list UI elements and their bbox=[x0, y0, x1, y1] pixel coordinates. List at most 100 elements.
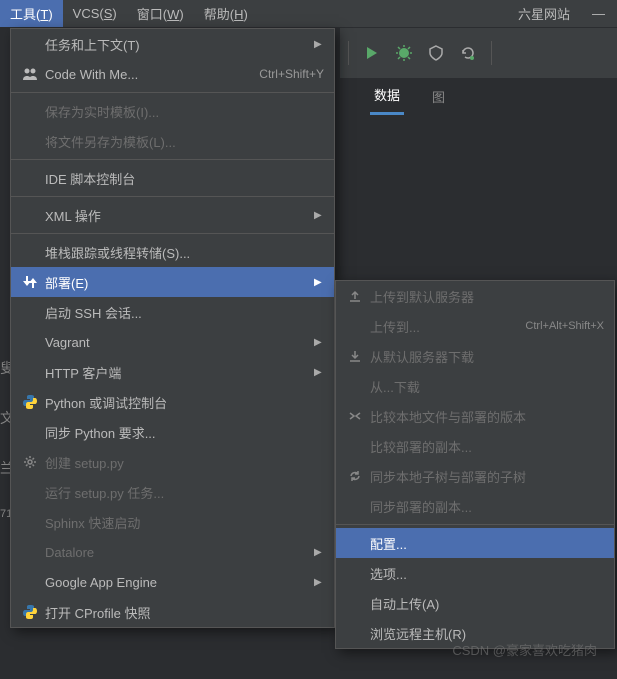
tab-chart[interactable]: 图 bbox=[428, 79, 449, 114]
submenu-arrow-icon: ▶ bbox=[314, 210, 324, 221]
menu-item: Sphinx 快速启动 bbox=[11, 507, 334, 537]
compare-icon bbox=[344, 409, 366, 423]
menubar: 工具(T) VCS(S) 窗口(W) 帮助(H) 六星网站 — bbox=[0, 0, 617, 28]
minimize-button[interactable]: — bbox=[580, 6, 617, 21]
menu-item-label: 部署(E) bbox=[41, 273, 314, 292]
window-title: 六星网站 bbox=[508, 4, 580, 23]
toolbar-separator bbox=[348, 41, 349, 65]
shield-icon[interactable] bbox=[427, 44, 445, 62]
menu-separator bbox=[11, 196, 334, 197]
menu-item-label: Sphinx 快速启动 bbox=[41, 513, 324, 532]
menu-vcs[interactable]: VCS(S) bbox=[63, 2, 127, 25]
menu-item[interactable]: 部署(E)▶ bbox=[11, 267, 334, 297]
submenu-item-label: 选项... bbox=[366, 564, 604, 583]
submenu-arrow-icon: ▶ bbox=[314, 367, 324, 378]
menu-item-label: 同步 Python 要求... bbox=[41, 423, 324, 442]
menu-shortcut: Ctrl+Alt+Shift+X bbox=[525, 320, 604, 332]
run-icon[interactable] bbox=[363, 44, 381, 62]
deploy-icon bbox=[19, 275, 41, 289]
menu-item[interactable]: HTTP 客户端▶ bbox=[11, 357, 334, 387]
menu-item-label: XML 操作 bbox=[41, 206, 314, 225]
submenu-item-label: 上传到... bbox=[366, 317, 525, 336]
menu-item-label: 运行 setup.py 任务... bbox=[41, 483, 324, 502]
submenu-item-label: 比较本地文件与部署的版本 bbox=[366, 407, 604, 426]
submenu-item: 比较部署的副本... bbox=[336, 431, 614, 461]
gear-icon bbox=[19, 455, 41, 469]
submenu-item-label: 同步部署的副本... bbox=[366, 497, 604, 516]
menu-item[interactable]: XML 操作▶ bbox=[11, 200, 334, 230]
toolbar bbox=[340, 28, 617, 78]
menu-item-label: 创建 setup.py bbox=[41, 453, 324, 472]
menu-item-label: Google App Engine bbox=[41, 575, 314, 590]
submenu-item: 比较本地文件与部署的版本 bbox=[336, 401, 614, 431]
menu-separator bbox=[11, 92, 334, 93]
menu-item: 创建 setup.py bbox=[11, 447, 334, 477]
menu-tools[interactable]: 工具(T) bbox=[0, 0, 63, 27]
menu-item[interactable]: 启动 SSH 会话... bbox=[11, 297, 334, 327]
submenu-item-label: 同步本地子树与部署的子树 bbox=[366, 467, 604, 486]
menu-item-label: 打开 CProfile 快照 bbox=[41, 603, 324, 622]
menu-item-label: 启动 SSH 会话... bbox=[41, 303, 324, 322]
submenu-item-label: 自动上传(A) bbox=[366, 594, 604, 613]
submenu-arrow-icon: ▶ bbox=[314, 577, 324, 588]
watermark: CSDN @豪家喜欢吃猪肉 bbox=[452, 640, 597, 659]
submenu-item-label: 比较部署的副本... bbox=[366, 437, 604, 456]
menu-item-label: Datalore bbox=[41, 545, 314, 560]
tab-data[interactable]: 数据 bbox=[370, 77, 404, 115]
menu-item[interactable]: Vagrant▶ bbox=[11, 327, 334, 357]
menu-item[interactable]: 任务和上下文(T)▶ bbox=[11, 29, 334, 59]
menu-item-label: 堆栈跟踪或线程转储(S)... bbox=[41, 243, 324, 262]
submenu-item[interactable]: 选项... bbox=[336, 558, 614, 588]
menu-item-label: Code With Me... bbox=[41, 67, 259, 82]
people-icon bbox=[19, 67, 41, 81]
deploy-submenu: 上传到默认服务器上传到...Ctrl+Alt+Shift+X从默认服务器下载从.… bbox=[335, 280, 615, 649]
menu-item[interactable]: IDE 脚本控制台 bbox=[11, 163, 334, 193]
submenu-item-label: 上传到默认服务器 bbox=[366, 287, 604, 306]
toolbar-separator bbox=[491, 41, 492, 65]
submenu-item: 同步本地子树与部署的子树 bbox=[336, 461, 614, 491]
submenu-item: 从默认服务器下载 bbox=[336, 341, 614, 371]
menu-help[interactable]: 帮助(H) bbox=[194, 0, 258, 27]
submenu-item: 从...下载 bbox=[336, 371, 614, 401]
debug-icon[interactable] bbox=[395, 44, 413, 62]
menu-item-label: 将文件另存为模板(L)... bbox=[41, 132, 324, 151]
menu-shortcut: Ctrl+Shift+Y bbox=[259, 67, 324, 81]
menu-item: 运行 setup.py 任务... bbox=[11, 477, 334, 507]
submenu-item: 上传到默认服务器 bbox=[336, 281, 614, 311]
python-icon bbox=[19, 394, 41, 410]
menu-item-label: HTTP 客户端 bbox=[41, 363, 314, 382]
menu-item[interactable]: Code With Me...Ctrl+Shift+Y bbox=[11, 59, 334, 89]
menu-item-label: IDE 脚本控制台 bbox=[41, 169, 324, 188]
submenu-item: 同步部署的副本... bbox=[336, 491, 614, 521]
submenu-arrow-icon: ▶ bbox=[314, 547, 324, 558]
menu-window[interactable]: 窗口(W) bbox=[127, 0, 194, 27]
submenu-item-label: 从...下载 bbox=[366, 377, 604, 396]
submenu-item-label: 从默认服务器下载 bbox=[366, 347, 604, 366]
menu-item[interactable]: Python 或调试控制台 bbox=[11, 387, 334, 417]
menu-item: Datalore▶ bbox=[11, 537, 334, 567]
submenu-arrow-icon: ▶ bbox=[314, 277, 324, 288]
download-icon bbox=[344, 349, 366, 363]
update-icon[interactable] bbox=[459, 44, 477, 62]
menu-item-label: 任务和上下文(T) bbox=[41, 35, 314, 54]
submenu-item[interactable]: 自动上传(A) bbox=[336, 588, 614, 618]
sync-icon bbox=[344, 469, 366, 483]
menu-item[interactable]: 打开 CProfile 快照 bbox=[11, 597, 334, 627]
menu-separator bbox=[11, 159, 334, 160]
python-icon bbox=[19, 604, 41, 620]
submenu-arrow-icon: ▶ bbox=[314, 337, 324, 348]
submenu-item: 上传到...Ctrl+Alt+Shift+X bbox=[336, 311, 614, 341]
menu-separator bbox=[336, 524, 614, 525]
menu-item[interactable]: Google App Engine▶ bbox=[11, 567, 334, 597]
tools-dropdown: 任务和上下文(T)▶Code With Me...Ctrl+Shift+Y保存为… bbox=[10, 28, 335, 628]
submenu-item-label: 配置... bbox=[366, 534, 604, 553]
menu-item[interactable]: 同步 Python 要求... bbox=[11, 417, 334, 447]
menu-item-label: Python 或调试控制台 bbox=[41, 393, 324, 412]
upload-icon bbox=[344, 289, 366, 303]
menu-separator bbox=[11, 233, 334, 234]
menu-item[interactable]: 堆栈跟踪或线程转储(S)... bbox=[11, 237, 334, 267]
menu-item: 保存为实时模板(I)... bbox=[11, 96, 334, 126]
tabs: 数据 图 bbox=[340, 78, 617, 114]
menu-item-label: Vagrant bbox=[41, 335, 314, 350]
submenu-item[interactable]: 配置... bbox=[336, 528, 614, 558]
